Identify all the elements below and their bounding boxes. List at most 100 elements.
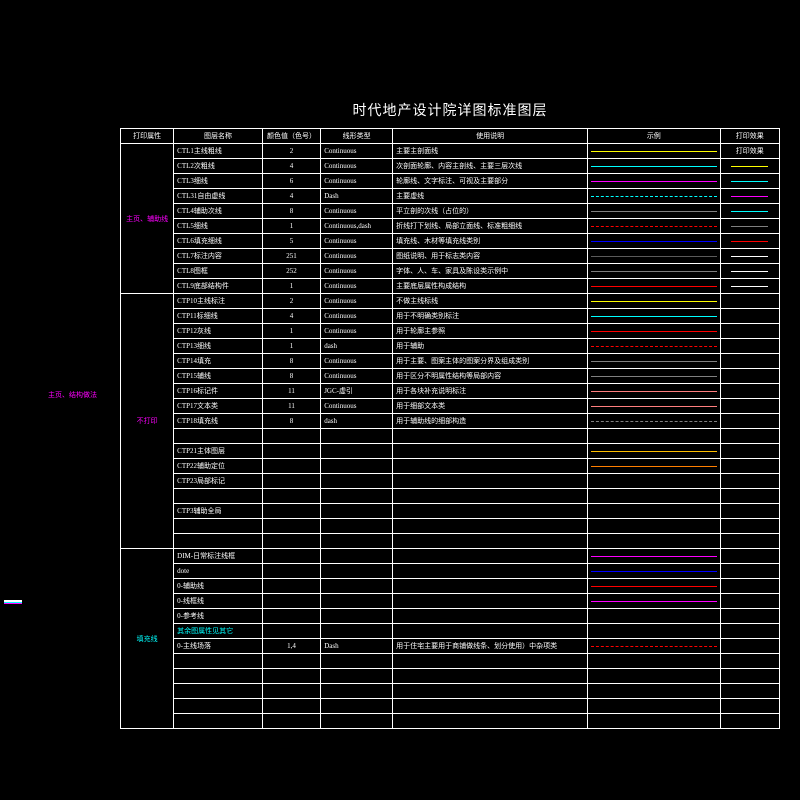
cell-color [262, 564, 320, 579]
cell-print-effect [720, 219, 779, 234]
cell-print-effect [720, 249, 779, 264]
cell-color [262, 504, 320, 519]
cell-layer: CTL8图框 [174, 264, 263, 279]
cell-layer [174, 489, 263, 504]
cell-usage [393, 459, 588, 474]
print-sample-line [731, 166, 768, 167]
cell-usage: 平立剖的次线（占位的） [393, 204, 588, 219]
col-layer-name: 图层名称 [174, 129, 263, 144]
cell-sample [588, 354, 720, 369]
cell-usage [393, 714, 588, 729]
table-row [121, 714, 780, 729]
cell-linetype: Continuous [321, 399, 393, 414]
cell-sample [588, 714, 720, 729]
cell-usage: 主要虚线 [393, 189, 588, 204]
print-sample-line [731, 211, 768, 212]
cell-sample [588, 219, 720, 234]
col-print-eff: 打印效果 [720, 129, 779, 144]
table-row: 主页、辅助线CTL1主线粗线2Continuous主要主剖面线打印效果 [121, 144, 780, 159]
cell-sample [588, 159, 720, 174]
cell-print-effect [720, 669, 779, 684]
table-row: 填充线DIM-日常标注线框 [121, 549, 780, 564]
cell-linetype: Continuous [321, 324, 393, 339]
group-label: 填充线 [121, 549, 174, 729]
print-sample-line [731, 181, 768, 182]
cell-linetype: Continuous [321, 264, 393, 279]
cell-layer [174, 654, 263, 669]
cell-print-effect [720, 174, 779, 189]
cell-print-effect [720, 654, 779, 669]
cell-print-effect [720, 354, 779, 369]
cell-color [262, 459, 320, 474]
col-sample: 示例 [588, 129, 720, 144]
table-row: CTL5细线1Continuous,dash折线打下划线、局部立面线、标准粗细线 [121, 219, 780, 234]
cell-print-effect [720, 159, 779, 174]
cell-usage [393, 429, 588, 444]
cell-print-effect [720, 204, 779, 219]
cell-linetype: Continuous [321, 249, 393, 264]
table-row: CTP21主体图层 [121, 444, 780, 459]
cell-sample [588, 384, 720, 399]
col-usage: 使用说明 [393, 129, 588, 144]
table-row: CTL8图框252Continuous字体、人、车、家具及陈设类示例中 [121, 264, 780, 279]
cell-color: 11 [262, 384, 320, 399]
cell-linetype [321, 519, 393, 534]
cell-sample [588, 294, 720, 309]
table-row: 0-线框线 [121, 594, 780, 609]
sample-line [591, 586, 716, 587]
cell-linetype: Continuous,dash [321, 219, 393, 234]
cell-usage: 主要主剖面线 [393, 144, 588, 159]
cell-usage: 用于辅助 [393, 339, 588, 354]
cell-usage: 用于辅助线的细部构造 [393, 414, 588, 429]
cell-usage: 折线打下划线、局部立面线、标准粗细线 [393, 219, 588, 234]
table-row: CTP16标记件11JGC-虚引用于各块补充说明标注 [121, 384, 780, 399]
cell-color [262, 489, 320, 504]
cell-layer [174, 669, 263, 684]
cell-print-effect [720, 444, 779, 459]
print-sample-line [731, 256, 768, 257]
table-row: CTP15辅线8Continuous用于区分不明属性结构等局部内容 [121, 369, 780, 384]
table-row: CTP13细线1dash用于辅助 [121, 339, 780, 354]
cell-sample [588, 324, 720, 339]
cell-linetype [321, 504, 393, 519]
cell-color: 1 [262, 219, 320, 234]
sample-line [591, 241, 716, 242]
cell-print-effect [720, 564, 779, 579]
cell-print-effect [720, 324, 779, 339]
cell-color: 8 [262, 369, 320, 384]
col-linetype: 线形类型 [321, 129, 393, 144]
cell-print-effect: 打印效果 [720, 144, 779, 159]
table-row: CTL7标注内容251Continuous图纸说明、用于标志类内容 [121, 249, 780, 264]
sample-line [591, 361, 716, 362]
table-row: CTL4辅助次线8Continuous平立剖的次线（占位的） [121, 204, 780, 219]
cell-linetype: Continuous [321, 294, 393, 309]
table-row: CTP22辅助定位 [121, 459, 780, 474]
table-row: 0-参考线 [121, 609, 780, 624]
cell-usage: 轮廓线、文字标注、可视及主要部分 [393, 174, 588, 189]
cell-layer: CTL7标注内容 [174, 249, 263, 264]
cell-sample [588, 249, 720, 264]
cell-linetype [321, 594, 393, 609]
table-row: CTP14填充8Continuous用于主要、图案主体的图案分界及组成类别 [121, 354, 780, 369]
cell-sample [588, 264, 720, 279]
cell-usage: 用于各块补充说明标注 [393, 384, 588, 399]
cell-layer: CTP16标记件 [174, 384, 263, 399]
cell-linetype [321, 564, 393, 579]
cell-print-effect [720, 519, 779, 534]
sample-line [591, 346, 716, 347]
legend-block [4, 600, 22, 604]
cell-print-effect [720, 549, 779, 564]
cell-color: 4 [262, 189, 320, 204]
cell-layer: CTL3细线 [174, 174, 263, 189]
cell-usage: 用于轮廓主参照 [393, 324, 588, 339]
cell-sample [588, 189, 720, 204]
cell-usage [393, 504, 588, 519]
cell-usage [393, 489, 588, 504]
cell-print-effect [720, 264, 779, 279]
cell-usage [393, 549, 588, 564]
cell-sample [588, 414, 720, 429]
table-row: CTL3细线6Continuous轮廓线、文字标注、可视及主要部分 [121, 174, 780, 189]
cell-linetype [321, 549, 393, 564]
sample-line [591, 391, 716, 392]
cell-layer [174, 714, 263, 729]
